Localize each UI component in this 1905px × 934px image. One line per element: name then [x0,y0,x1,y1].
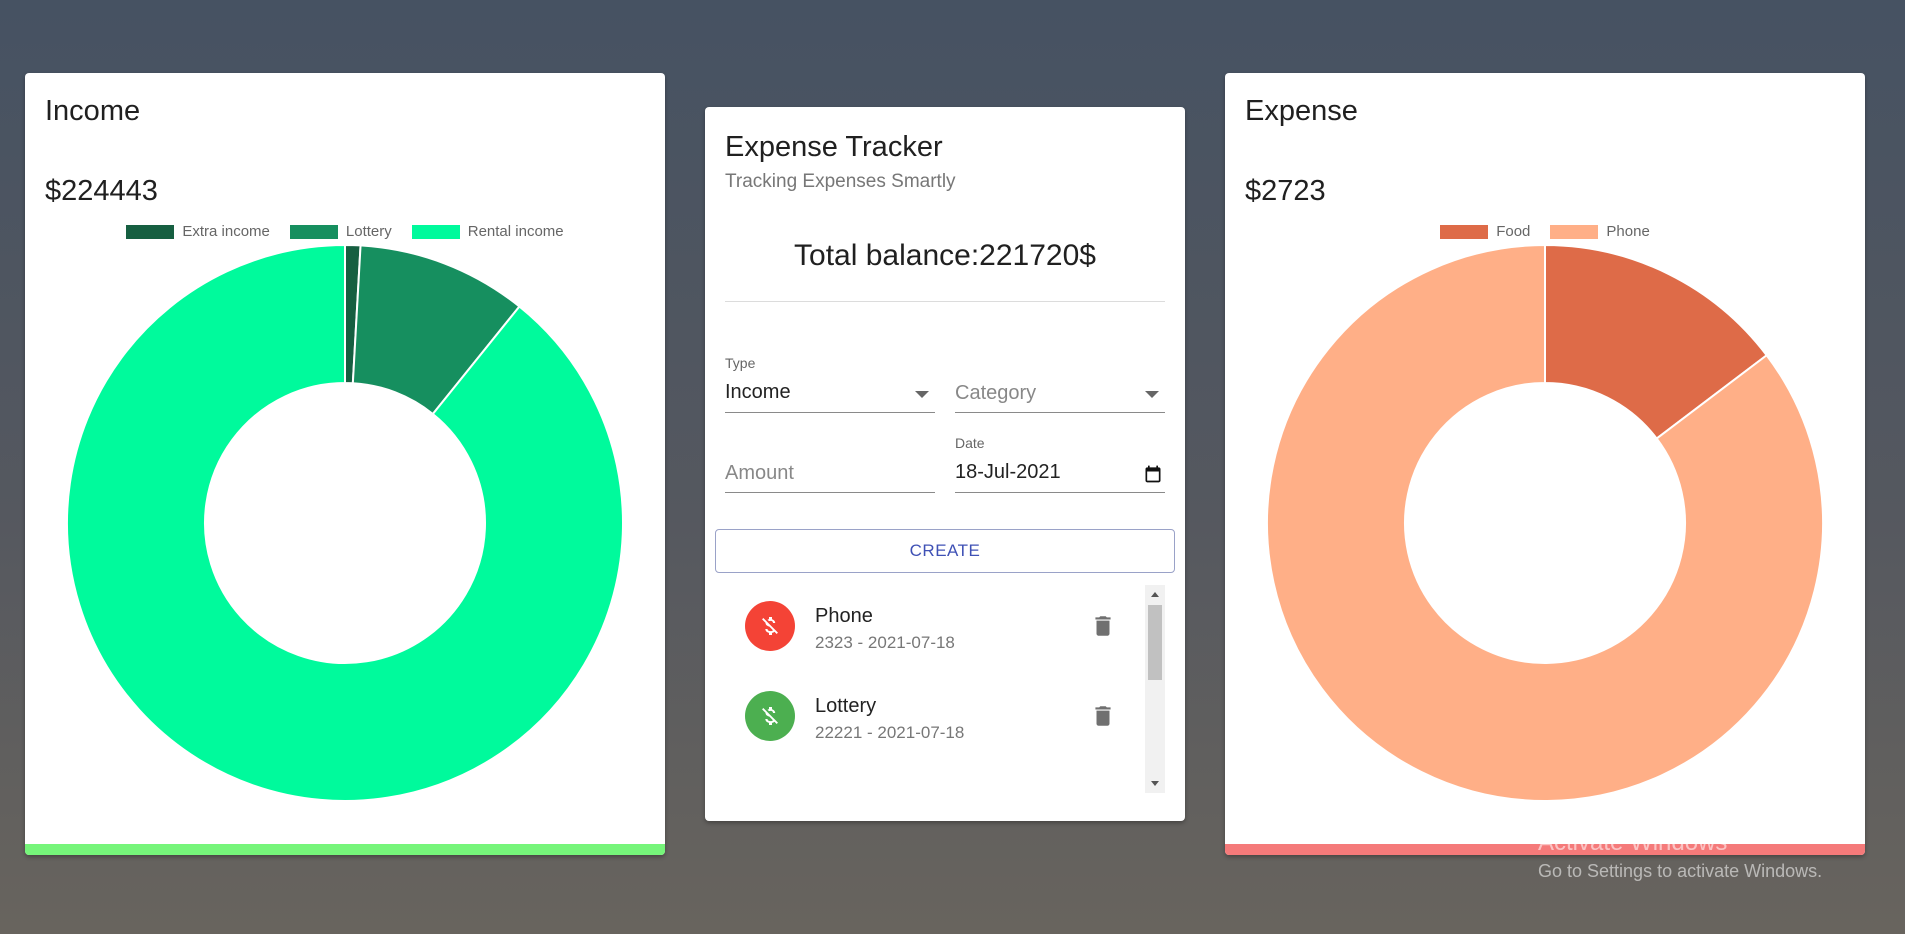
legend-swatch [411,224,460,239]
divider [725,301,1165,302]
list-scrollbar[interactable] [1145,585,1165,793]
legend-swatch [289,224,338,239]
legend-item[interactable]: Lottery [289,223,392,240]
amount-placeholder: Amount [725,462,794,484]
avatar [745,691,795,741]
legend-label: Food [1496,223,1531,240]
expense-card: Expense $2723 Food Phone [1225,73,1865,855]
total-balance: Total balance:221720$ [794,239,1096,272]
windows-activation-watermark: Activate Windows Go to Settings to activ… [1538,829,1822,882]
legend-item[interactable]: Food [1440,223,1530,240]
expense-donut-chart [1266,245,1824,802]
income-slice-rental-income[interactable] [66,245,624,802]
transaction-list: Phone 2323 - 2021-07-18 Lottery 22221 - … [725,585,1165,793]
calendar-icon[interactable] [1143,464,1163,484]
income-donut-chart [66,245,624,802]
list-item[interactable]: Phone 2323 - 2021-07-18 [725,593,1125,665]
legend-item[interactable]: Rental income [411,223,564,240]
watermark-line2: Go to Settings to activate Windows. [1538,861,1823,881]
legend-label: Extra income [182,223,270,240]
list-item-title: Lottery [815,695,877,717]
legend-swatch [1440,224,1489,239]
date-label: Date [955,435,985,451]
scroll-down-arrow-icon[interactable] [1151,781,1159,786]
category-placeholder: Category [955,382,1037,404]
chevron-down-icon [915,391,929,398]
income-title: Income [45,95,141,127]
category-select[interactable]: Category [955,373,1165,413]
list-item-title: Phone [815,605,873,627]
expense-amount: $2723 [1245,175,1326,207]
expense-tracker-card: Expense Tracker Tracking Expenses Smartl… [705,107,1185,821]
scroll-thumb[interactable] [1148,605,1162,680]
expense-legend: Food Phone [1225,223,1865,240]
list-item-subtitle: 22221 - 2021-07-18 [815,723,965,742]
avatar [745,601,795,651]
income-legend: Extra income Lottery Rental income [25,223,665,240]
money-off-icon [762,617,778,635]
income-amount: $224443 [45,175,158,207]
income-card: Income $224443 Extra income Lottery Rental… [25,73,665,855]
list-item-subtitle: 2323 - 2021-07-18 [815,633,955,652]
amount-input[interactable]: Amount [725,453,935,493]
tracker-subtitle: Tracking Expenses Smartly [725,171,956,192]
income-bottom-bar [25,844,665,855]
legend-item[interactable]: Phone [1550,223,1650,240]
legend-label: Phone [1606,223,1650,240]
legend-item[interactable]: Extra income [126,223,270,240]
create-button[interactable]: CREATE [715,529,1175,573]
legend-label: Lottery [345,223,392,240]
type-value: Income [725,381,791,403]
legend-label: Rental income [467,223,564,240]
delete-icon[interactable] [1090,703,1116,729]
scroll-up-arrow-icon[interactable] [1151,592,1159,597]
date-value: 18-Jul-2021 [955,461,1061,483]
expense-title: Expense [1245,95,1358,127]
delete-icon[interactable] [1090,613,1116,639]
date-input[interactable]: 18-Jul-2021 [955,453,1165,493]
legend-swatch [1550,224,1599,239]
chevron-down-icon [1145,391,1159,398]
tracker-title: Expense Tracker [725,131,943,163]
type-select[interactable]: Income [725,373,935,413]
money-off-icon [762,707,778,725]
type-label: Type [725,355,756,371]
legend-swatch [126,224,175,239]
watermark-line1: Activate Windows [1538,829,1728,856]
list-item[interactable]: Lottery 22221 - 2021-07-18 [725,683,1125,755]
